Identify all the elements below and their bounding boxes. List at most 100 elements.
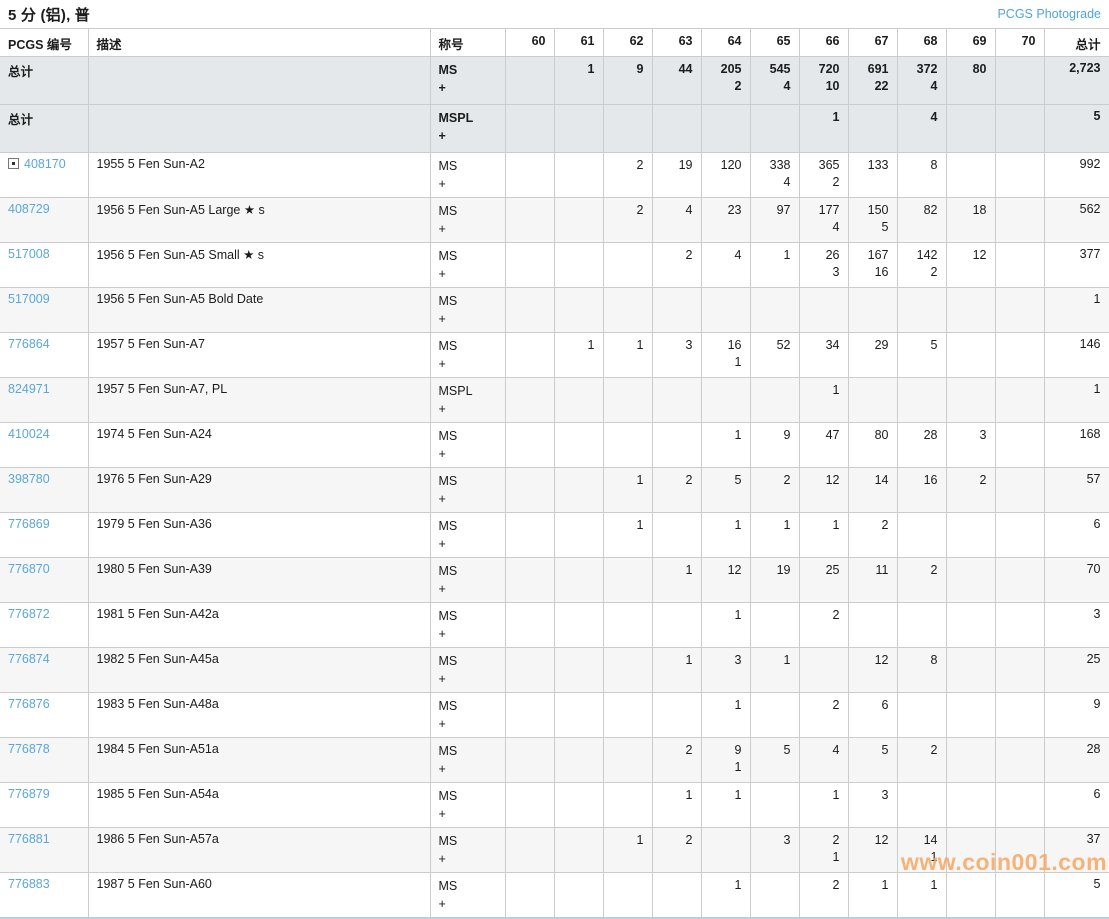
grade-cell-value: 1	[612, 832, 644, 849]
grade-cell: 5	[848, 738, 897, 783]
pcgs-number-cell: 408729	[0, 198, 88, 243]
grade-cell	[603, 603, 652, 648]
grade-cell: 19	[652, 153, 701, 198]
pcgs-number-link[interactable]: 776864	[8, 337, 50, 351]
grade-cell	[897, 693, 946, 738]
grade-cell: 4	[799, 738, 848, 783]
grade-cell-value: 5	[857, 742, 889, 759]
coin-description-cell: 1956 5 Fen Sun-A5 Large ★ s	[88, 198, 430, 243]
grade-cell-value: 2	[808, 607, 840, 624]
grade-cell: 97	[750, 198, 799, 243]
grade-cell	[554, 603, 603, 648]
pcgs-number-link[interactable]: 408170	[24, 157, 66, 171]
grade-cell	[946, 105, 995, 153]
designation-value: +	[439, 670, 497, 688]
designation-cell: MS+	[430, 693, 505, 738]
grade-cell: 2	[652, 243, 701, 288]
pcgs-number-link[interactable]: 824971	[8, 382, 50, 396]
pcgs-photograde-link[interactable]: PCGS Photograde	[997, 7, 1101, 21]
grade-cell	[995, 738, 1044, 783]
grade-cell: 1505	[848, 198, 897, 243]
grade-cell-value: 2	[906, 264, 938, 281]
grade-cell: 2	[897, 738, 946, 783]
pcgs-number-link[interactable]: 517009	[8, 292, 50, 306]
designation-value: MS	[439, 472, 497, 490]
pcgs-number-link[interactable]: 398780	[8, 472, 50, 486]
table-row: 7768721981 5 Fen Sun-A42aMS+123	[0, 603, 1109, 648]
column-header: 63	[652, 29, 701, 57]
grade-cell-value: 1	[808, 517, 840, 534]
grade-cell-value: 14	[906, 832, 938, 849]
pcgs-number-link[interactable]: 410024	[8, 427, 50, 441]
grade-cell-value: 14	[857, 472, 889, 489]
column-header: 65	[750, 29, 799, 57]
grade-cell-value: 16	[857, 264, 889, 281]
designation-cell: MS+	[430, 648, 505, 693]
designation-value: +	[439, 400, 497, 418]
pcgs-number-link[interactable]: 776869	[8, 517, 50, 531]
grade-cell	[995, 468, 1044, 513]
grade-cell	[603, 693, 652, 738]
grade-cell	[897, 288, 946, 333]
grade-cell	[750, 783, 799, 828]
grade-cell	[554, 648, 603, 693]
expand-icon[interactable]	[8, 158, 19, 169]
table-row: 7768741982 5 Fen Sun-A45aMS+13112825	[0, 648, 1109, 693]
table-row: 4100241974 5 Fen Sun-A24MS+194780283168	[0, 423, 1109, 468]
pcgs-number-link[interactable]: 776874	[8, 652, 50, 666]
grade-cell	[946, 738, 995, 783]
grade-cell: 1	[701, 513, 750, 558]
summary-row: 总计MSPL+145	[0, 105, 1109, 153]
grade-cell	[603, 648, 652, 693]
designation-value: +	[439, 580, 497, 598]
grade-cell-value: 4	[808, 742, 840, 759]
grade-cell: 3724	[897, 57, 946, 105]
pcgs-number-link[interactable]: 776876	[8, 697, 50, 711]
coin-description-cell: 1985 5 Fen Sun-A54a	[88, 783, 430, 828]
pcgs-number-link[interactable]: 776870	[8, 562, 50, 576]
grade-cell	[505, 198, 554, 243]
pcgs-number-link[interactable]: 776883	[8, 877, 50, 891]
grade-cell	[603, 288, 652, 333]
grade-cell	[946, 693, 995, 738]
grade-cell: 80	[848, 423, 897, 468]
grade-cell-value: 338	[759, 157, 791, 174]
designation-value: +	[439, 265, 497, 283]
column-header: 60	[505, 29, 554, 57]
grade-cell: 2	[603, 153, 652, 198]
grade-cell: 16716	[848, 243, 897, 288]
total-cell: 1	[1044, 288, 1109, 333]
grade-cell: 80	[946, 57, 995, 105]
designation-value: MS	[439, 247, 497, 265]
grade-cell: 1	[701, 423, 750, 468]
designation-cell: MS+	[430, 423, 505, 468]
pcgs-number-cell: 398780	[0, 468, 88, 513]
pcgs-number-cell: 776883	[0, 873, 88, 919]
grade-cell	[505, 423, 554, 468]
pcgs-number-link[interactable]: 408729	[8, 202, 50, 216]
grade-cell	[554, 828, 603, 873]
grade-cell-value: 3	[759, 832, 791, 849]
grade-cell: 29	[848, 333, 897, 378]
designation-value: +	[439, 310, 497, 328]
grade-cell	[505, 873, 554, 919]
designation-cell: MS+	[430, 57, 505, 105]
pcgs-number-cell: 776878	[0, 738, 88, 783]
coin-description: 1974 5 Fen Sun-A24	[97, 427, 212, 441]
grade-cell: 1	[554, 333, 603, 378]
grade-cell-value: 9	[759, 427, 791, 444]
grade-cell: 2	[652, 738, 701, 783]
grade-cell	[995, 105, 1044, 153]
pcgs-number-link[interactable]: 776878	[8, 742, 50, 756]
grade-cell-value: 3	[857, 787, 889, 804]
pcgs-number-link[interactable]: 517008	[8, 247, 50, 261]
grade-cell	[505, 828, 554, 873]
table-row: 7768641957 5 Fen Sun-A7MS+11316152342951…	[0, 333, 1109, 378]
grade-cell	[554, 198, 603, 243]
pcgs-number-link[interactable]: 776879	[8, 787, 50, 801]
coin-description: 1984 5 Fen Sun-A51a	[97, 742, 219, 756]
grade-cell	[603, 558, 652, 603]
grade-cell: 19	[750, 558, 799, 603]
pcgs-number-link[interactable]: 776881	[8, 832, 50, 846]
pcgs-number-link[interactable]: 776872	[8, 607, 50, 621]
